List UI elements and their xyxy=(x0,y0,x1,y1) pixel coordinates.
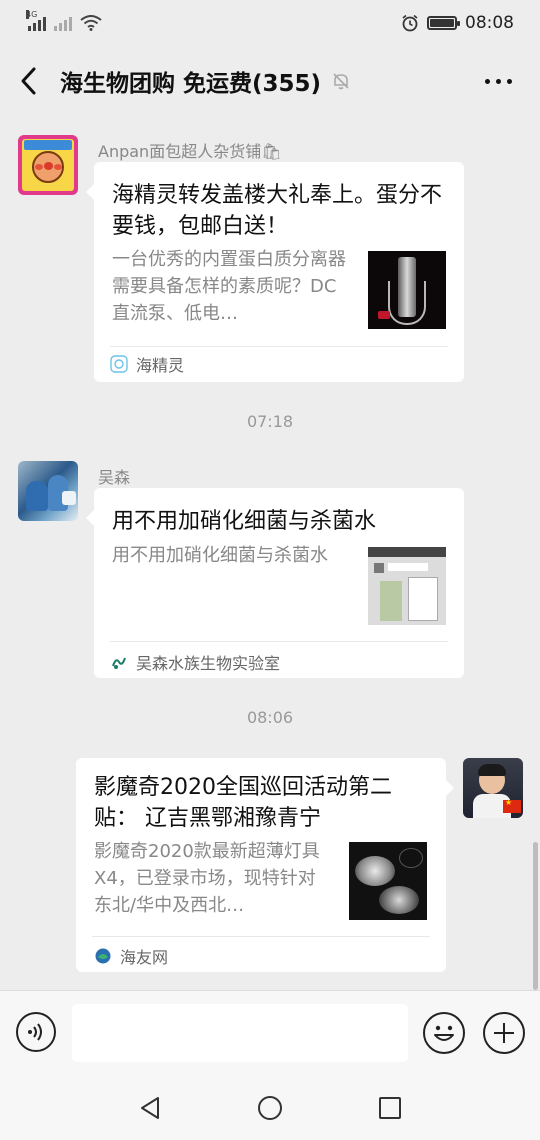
card-description: 影魔奇2020款最新超薄灯具X4，已登录市场，现特针对东北/华中及西北… xyxy=(94,841,320,916)
chat-header: 海生物团购 免运费(355) xyxy=(0,46,540,116)
page-title: 海生物团购 免运费(355) xyxy=(60,71,322,97)
more-button[interactable] xyxy=(480,68,516,94)
status-time: 08:08 xyxy=(465,13,514,33)
link-card-ying-mo-qi[interactable]: 影魔奇2020全国巡回活动第二贴： 辽吉黑鄂湘豫青宁 影魔奇2020款最新超薄灯… xyxy=(76,758,454,972)
mute-icon xyxy=(333,73,349,90)
sender-name: Anpan面包超人杂货铺🛍 xyxy=(98,142,282,161)
card-thumbnail xyxy=(368,547,446,625)
nav-back-icon[interactable] xyxy=(138,1095,162,1121)
alarm-icon xyxy=(402,14,418,32)
emoji-button[interactable] xyxy=(423,1012,465,1054)
wifi-icon xyxy=(80,15,102,31)
battery-icon xyxy=(427,16,460,30)
card-description: 一台优秀的内置蛋白质分离器需要具备怎样的素质呢？DC直流泵、低电… xyxy=(112,249,346,324)
back-button[interactable] xyxy=(0,46,56,116)
avatar-anpan[interactable] xyxy=(18,135,78,195)
link-card-wu-sen[interactable]: 用不用加硝化细菌与杀菌水 用不用加硝化细菌与杀菌水 吴森水族生物实验室 xyxy=(86,488,464,678)
card-divider xyxy=(110,346,448,347)
network-tag: 4G xyxy=(26,10,38,19)
time-separator: 08:06 xyxy=(246,708,294,727)
app-logo-icon xyxy=(95,948,111,964)
card-title: 影魔奇2020全国巡回活动第二贴： 辽吉黑鄂湘豫青宁 xyxy=(94,775,392,831)
card-source: 吴森水族生物实验室 xyxy=(110,650,280,674)
back-icon xyxy=(21,67,36,95)
avatar-self[interactable] xyxy=(463,758,523,818)
card-source-label: 海友网 xyxy=(120,948,169,967)
app-logo-icon xyxy=(112,657,126,669)
time-separator: 07:18 xyxy=(246,412,294,431)
scrollbar-thumb[interactable] xyxy=(533,842,538,990)
card-source-label: 海精灵 xyxy=(136,356,185,375)
more-icon xyxy=(484,78,490,84)
status-left: 4G xyxy=(26,10,102,31)
card-source: 海精灵 xyxy=(110,352,184,376)
more-actions-button[interactable] xyxy=(483,1012,525,1054)
card-thumbnail xyxy=(368,251,446,329)
status-right: 08:08 xyxy=(401,13,514,33)
card-description: 用不用加硝化细菌与杀菌水 xyxy=(112,545,328,566)
message-input[interactable] xyxy=(72,1004,408,1062)
nav-home-icon[interactable] xyxy=(258,1096,282,1120)
link-card-hai-jing-ling[interactable]: 海精灵转发盖楼大礼奉上。蛋分不要钱，包邮白送！ 一台优秀的内置蛋白质分离器需要具… xyxy=(86,162,464,382)
status-bar: 4G 08:08 xyxy=(0,0,540,46)
voice-button[interactable] xyxy=(16,1012,56,1052)
signal-icon: 4G xyxy=(26,10,46,31)
card-divider xyxy=(110,641,448,642)
system-navigation xyxy=(0,1074,540,1140)
app-logo-icon xyxy=(110,355,128,373)
card-source: 海友网 xyxy=(94,944,168,968)
nav-recent-icon[interactable] xyxy=(379,1097,401,1119)
avatar-wu-sen[interactable] xyxy=(18,461,78,521)
signal-icon-secondary xyxy=(54,15,72,31)
emoji-icon xyxy=(434,1025,454,1041)
card-source-label: 吴森水族生物实验室 xyxy=(136,654,281,673)
sender-name: 吴森 xyxy=(98,468,131,487)
input-bar xyxy=(0,990,540,1074)
card-title: 用不用加硝化细菌与杀菌水 xyxy=(112,509,377,534)
card-title: 海精灵转发盖楼大礼奉上。蛋分不要钱，包邮白送！ xyxy=(112,183,443,239)
voice-icon xyxy=(28,1023,42,1041)
card-divider xyxy=(92,936,430,937)
card-thumbnail xyxy=(349,842,427,920)
